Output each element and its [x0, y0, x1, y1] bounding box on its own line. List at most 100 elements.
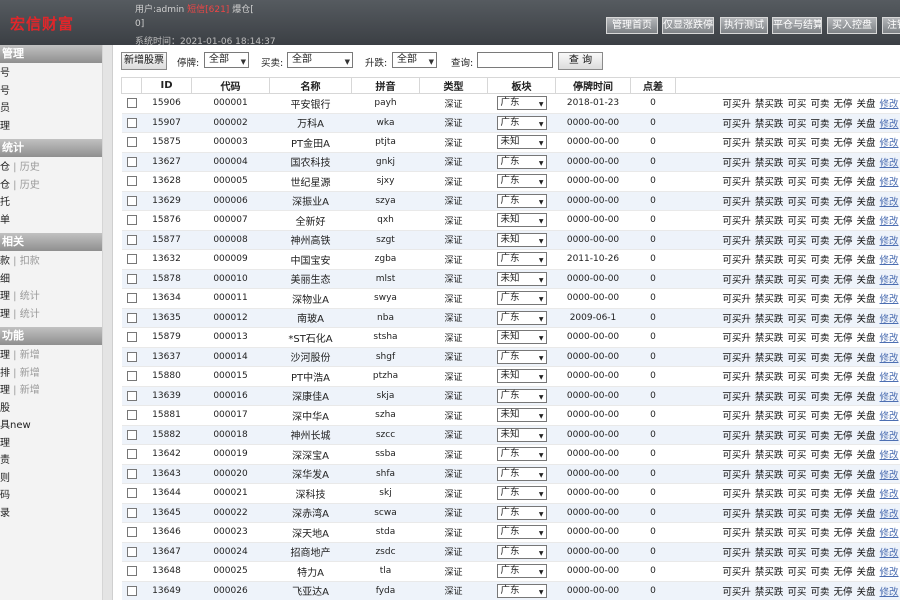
allow-sell-link[interactable]: 可卖: [810, 470, 829, 481]
edit-link[interactable]: 修改: [879, 197, 898, 208]
row-checkbox[interactable]: [126, 390, 137, 401]
close-market-link[interactable]: 关盘: [856, 548, 875, 559]
header-type[interactable]: 类型: [419, 77, 488, 94]
sector-select[interactable]: 未知: [496, 330, 547, 345]
close-market-link[interactable]: 关盘: [856, 255, 875, 266]
sidebar-section-title[interactable]: 统计: [0, 139, 102, 157]
row-checkbox[interactable]: [126, 371, 137, 381]
row-checkbox[interactable]: [126, 273, 137, 284]
sidebar-item-sublink[interactable]: 新增: [20, 385, 40, 396]
allow-sell-link[interactable]: 可卖: [810, 392, 829, 403]
edit-link[interactable]: 修改: [879, 138, 898, 149]
allow-buy-link[interactable]: 可买: [787, 236, 806, 247]
settle-button[interactable]: 平仓与结算: [772, 17, 822, 34]
sidebar-item[interactable]: 录: [0, 505, 102, 523]
row-checkbox[interactable]: [126, 468, 137, 479]
no-halt-link[interactable]: 无停: [833, 333, 852, 344]
run-test-button[interactable]: 执行测试: [720, 17, 768, 34]
allow-buy-link[interactable]: 可买: [787, 294, 806, 305]
forbid-buy-down-link[interactable]: 禁买跌: [755, 489, 784, 500]
sector-select[interactable]: 未知: [496, 408, 547, 423]
row-checkbox[interactable]: [126, 117, 137, 128]
sidebar-item-sublink[interactable]: 扣款: [20, 256, 40, 267]
allow-sell-link[interactable]: 可卖: [810, 119, 829, 130]
no-halt-link[interactable]: 无停: [833, 392, 852, 403]
allow-buy-up-link[interactable]: 可买升: [722, 99, 751, 110]
forbid-buy-down-link[interactable]: 禁买跌: [755, 528, 784, 539]
row-checkbox[interactable]: [126, 527, 137, 537]
allow-buy-link[interactable]: 可买: [787, 450, 806, 461]
row-checkbox[interactable]: [126, 585, 137, 596]
edit-link[interactable]: 修改: [879, 548, 898, 559]
allow-buy-link[interactable]: 可买: [787, 587, 806, 598]
allow-buy-link[interactable]: 可买: [787, 314, 806, 325]
sidebar-item[interactable]: 股: [0, 400, 102, 418]
allow-buy-link[interactable]: 可买: [787, 411, 806, 422]
trade-select[interactable]: 全部: [287, 52, 353, 69]
allow-buy-link[interactable]: 可买: [787, 567, 806, 578]
allow-buy-link[interactable]: 可买: [787, 216, 806, 227]
forbid-buy-down-link[interactable]: 禁买跌: [755, 509, 784, 520]
allow-buy-up-link[interactable]: 可买升: [722, 158, 751, 169]
forbid-buy-down-link[interactable]: 禁买跌: [755, 255, 784, 266]
row-checkbox[interactable]: [126, 234, 137, 245]
forbid-buy-down-link[interactable]: 禁买跌: [755, 548, 784, 559]
allow-buy-link[interactable]: 可买: [787, 138, 806, 149]
allow-sell-link[interactable]: 可卖: [810, 509, 829, 520]
sidebar-item-label[interactable]: 单: [0, 215, 10, 226]
sidebar-item[interactable]: 托: [0, 194, 102, 212]
close-market-link[interactable]: 关盘: [856, 294, 875, 305]
forbid-buy-down-link[interactable]: 禁买跌: [755, 567, 784, 578]
sector-select[interactable]: 广东: [496, 291, 547, 306]
sidebar-item[interactable]: 理: [0, 118, 102, 136]
sidebar-item-label[interactable]: 仓: [0, 162, 10, 173]
allow-buy-link[interactable]: 可买: [787, 392, 806, 403]
forbid-buy-down-link[interactable]: 禁买跌: [755, 158, 784, 169]
forbid-buy-down-link[interactable]: 禁买跌: [755, 236, 784, 247]
allow-buy-link[interactable]: 可买: [787, 489, 806, 500]
allow-buy-up-link[interactable]: 可买升: [722, 138, 751, 149]
allow-sell-link[interactable]: 可卖: [810, 489, 829, 500]
header-spread[interactable]: 点差: [630, 77, 676, 94]
allow-sell-link[interactable]: 可卖: [810, 236, 829, 247]
close-market-link[interactable]: 关盘: [856, 470, 875, 481]
allow-buy-up-link[interactable]: 可买升: [722, 528, 751, 539]
header-sector[interactable]: 板块: [487, 77, 556, 94]
forbid-buy-down-link[interactable]: 禁买跌: [755, 431, 784, 442]
allow-sell-link[interactable]: 可卖: [810, 294, 829, 305]
forbid-buy-down-link[interactable]: 禁买跌: [755, 216, 784, 227]
sector-select[interactable]: 广东: [496, 486, 547, 501]
close-market-link[interactable]: 关盘: [856, 450, 875, 461]
sector-select[interactable]: 未知: [496, 135, 547, 150]
forbid-buy-down-link[interactable]: 禁买跌: [755, 450, 784, 461]
edit-link[interactable]: 修改: [879, 431, 898, 442]
sidebar-item[interactable]: 码: [0, 487, 102, 505]
edit-link[interactable]: 修改: [879, 411, 898, 422]
no-halt-link[interactable]: 无停: [833, 587, 852, 598]
no-halt-link[interactable]: 无停: [833, 158, 852, 169]
allow-buy-up-link[interactable]: 可买升: [722, 567, 751, 578]
sidebar-item-label[interactable]: 理: [0, 291, 10, 302]
allow-buy-up-link[interactable]: 可买升: [722, 470, 751, 481]
sidebar-item[interactable]: 号: [0, 83, 102, 101]
edit-link[interactable]: 修改: [879, 236, 898, 247]
allow-sell-link[interactable]: 可卖: [810, 411, 829, 422]
allow-buy-up-link[interactable]: 可买升: [722, 333, 751, 344]
header-halt-time[interactable]: 停牌时间: [555, 77, 631, 94]
sidebar-item-label[interactable]: 具new: [0, 420, 31, 431]
no-halt-link[interactable]: 无停: [833, 314, 852, 325]
sidebar-item[interactable]: 款 | 扣款: [0, 253, 102, 271]
no-halt-link[interactable]: 无停: [833, 431, 852, 442]
allow-sell-link[interactable]: 可卖: [810, 450, 829, 461]
close-market-link[interactable]: 关盘: [856, 275, 875, 286]
sidebar-item-label[interactable]: 理: [0, 385, 10, 396]
sidebar-item-label[interactable]: 员: [0, 103, 10, 114]
sidebar-item-label[interactable]: 理: [0, 438, 10, 449]
forbid-buy-down-link[interactable]: 禁买跌: [755, 353, 784, 364]
sector-select[interactable]: 未知: [496, 232, 547, 248]
sector-select[interactable]: 广东: [496, 349, 547, 365]
allow-buy-up-link[interactable]: 可买升: [722, 294, 751, 305]
allow-sell-link[interactable]: 可卖: [810, 528, 829, 539]
close-market-link[interactable]: 关盘: [856, 528, 875, 539]
sidebar-item-label[interactable]: 仓: [0, 180, 10, 191]
